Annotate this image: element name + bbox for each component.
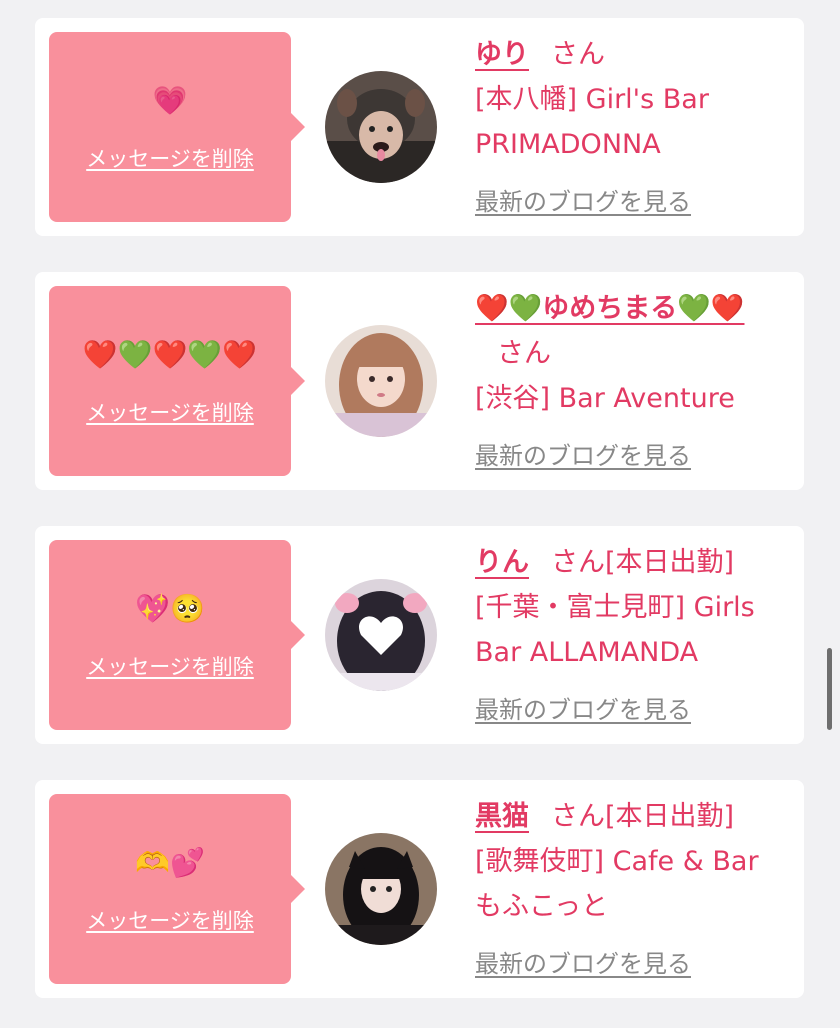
honorific: さん — [551, 39, 605, 70]
name-line: ❤️💚ゆめちまる💚❤️ さん — [475, 286, 790, 376]
entry-info: ❤️💚ゆめちまる💚❤️ さん [渋谷] Bar Aventure — [475, 286, 790, 421]
message-bubble: 🫶💕 メッセージを削除 — [49, 794, 305, 984]
honorific: さん — [551, 547, 605, 578]
message-bubble: 💗 メッセージを削除 — [49, 32, 305, 222]
delete-message-link[interactable]: メッセージを削除 — [49, 651, 291, 681]
delete-message-link[interactable]: メッセージを削除 — [49, 397, 291, 427]
avatar[interactable] — [325, 325, 437, 437]
heart-message-icon: 💗 — [152, 84, 188, 117]
latest-blog-link[interactable]: 最新のブログを見る — [475, 690, 691, 725]
name-link[interactable]: 黒猫 — [475, 801, 529, 832]
latest-blog-link[interactable]: 最新のブログを見る — [475, 182, 691, 217]
name-link[interactable]: ❤️💚ゆめちまる💚❤️ — [475, 293, 744, 324]
sparkle-heart-message-icon: 💖🥺 — [135, 592, 205, 625]
avatar[interactable] — [325, 579, 437, 691]
avatar[interactable] — [325, 71, 437, 183]
status-label: [本日出勤] — [605, 801, 735, 832]
avatar-photo-icon — [325, 579, 437, 691]
avatar[interactable] — [325, 833, 437, 945]
status-label: [本日出勤] — [605, 547, 735, 578]
message-list: 💗 メッセージを削除 ゆり さん [本八幡] Girl's Bar PRIMADO… — [0, 0, 840, 1028]
delete-message-link[interactable]: メッセージを削除 — [49, 143, 291, 173]
message-card: 🫶💕 メッセージを削除 黒猫 さん[本日出勤] [歌舞伎町] Cafe & Bar… — [35, 780, 804, 998]
latest-blog-link[interactable]: 最新のブログを見る — [475, 944, 691, 979]
name-link[interactable]: りん — [475, 547, 529, 578]
hearts-message-icon: ❤️💚❤️💚❤️ — [82, 338, 258, 371]
latest-blog-link[interactable]: 最新のブログを見る — [475, 436, 691, 471]
entry-info: ゆり さん [本八幡] Girl's Bar PRIMADONNA — [475, 32, 790, 167]
scrollbar[interactable] — [827, 648, 832, 730]
name-line: 黒猫 さん[本日出勤] — [475, 794, 790, 839]
message-bubble: 💖🥺 メッセージを削除 — [49, 540, 305, 730]
message-card: 💖🥺 メッセージを削除 りん さん[本日出勤] [千葉・富士見町] Girls B… — [35, 526, 804, 744]
shop-label: [歌舞伎町] Cafe & Bar もふこっと — [475, 846, 759, 922]
name-line: りん さん[本日出勤] — [475, 540, 790, 585]
avatar-photo-icon — [325, 71, 437, 183]
heart-hands-message-icon: 🫶💕 — [135, 846, 205, 879]
name-link[interactable]: ゆり — [475, 39, 529, 70]
entry-info: りん さん[本日出勤] [千葉・富士見町] Girls Bar ALLAMANDA — [475, 540, 790, 675]
message-bubble: ❤️💚❤️💚❤️ メッセージを削除 — [49, 286, 305, 476]
shop-label: [千葉・富士見町] Girls Bar ALLAMANDA — [475, 592, 755, 668]
entry-info: 黒猫 さん[本日出勤] [歌舞伎町] Cafe & Bar もふこっと — [475, 794, 790, 929]
message-card: 💗 メッセージを削除 ゆり さん [本八幡] Girl's Bar PRIMADO… — [35, 18, 804, 236]
shop-label: [渋谷] Bar Aventure — [475, 383, 735, 414]
avatar-photo-icon — [325, 325, 437, 437]
honorific: さん — [551, 801, 605, 832]
avatar-photo-icon — [325, 833, 437, 945]
honorific: さん — [497, 338, 551, 369]
name-line: ゆり さん — [475, 32, 790, 77]
message-card: ❤️💚❤️💚❤️ メッセージを削除 ❤️💚ゆめちまる💚❤️ さん [渋谷] Bar… — [35, 272, 804, 490]
delete-message-link[interactable]: メッセージを削除 — [49, 905, 291, 935]
shop-label: [本八幡] Girl's Bar PRIMADONNA — [475, 84, 709, 160]
